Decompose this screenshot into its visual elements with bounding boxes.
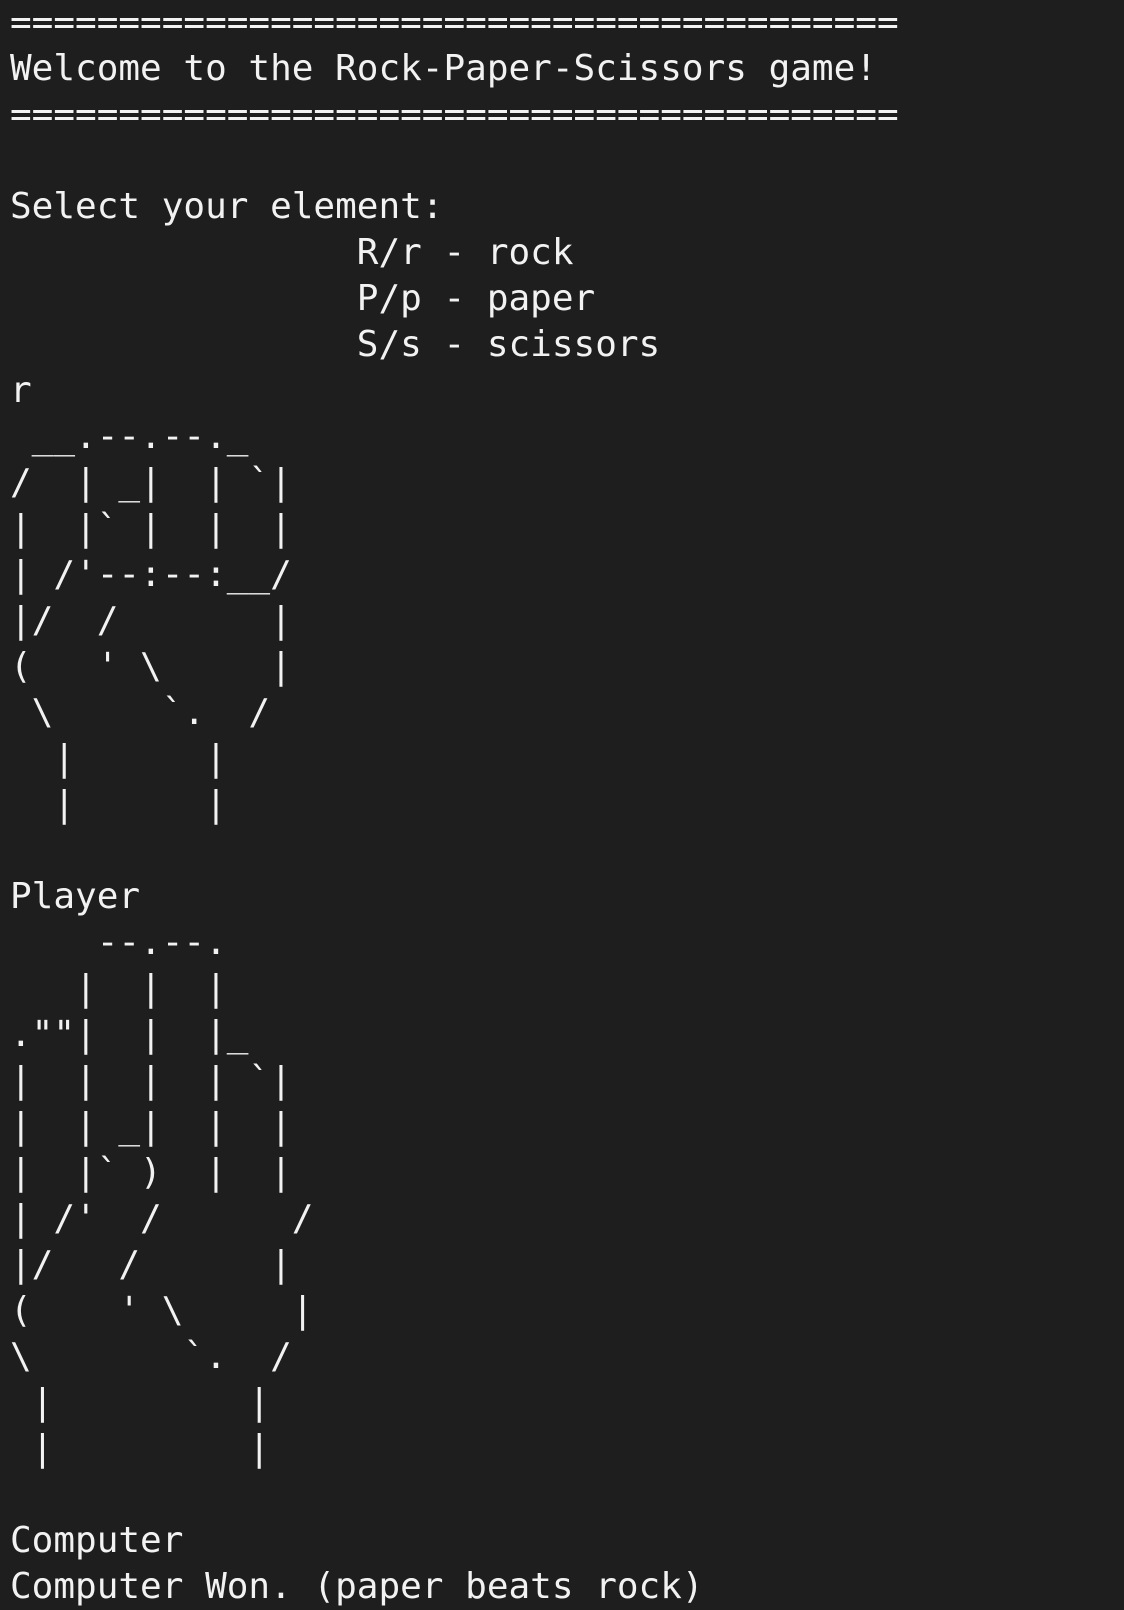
blank-line — [10, 828, 1124, 874]
player-label: Player — [10, 876, 141, 917]
ascii-rock-line: | /'--:--:__/ — [10, 554, 292, 595]
computer-label: Computer — [10, 1520, 184, 1561]
ascii-rock-line: \ `. / — [10, 692, 271, 733]
blank-line — [10, 1472, 1124, 1518]
ascii-rock-line: __.--.--._ — [10, 416, 249, 457]
ascii-paper-line: | /' / / — [10, 1198, 314, 1239]
ascii-rock-line: | |` | | | — [10, 508, 292, 549]
ascii-paper-line: | | | — [10, 968, 227, 1009]
ascii-paper-line: | | — [10, 1382, 271, 1423]
result-message: Computer Won. (paper beats rock) — [10, 1566, 704, 1607]
ascii-rock-line: | | — [10, 784, 227, 825]
blank-line — [10, 138, 1124, 184]
select-prompt: Select your element: — [10, 186, 444, 227]
ascii-paper-line: |/ / | — [10, 1244, 292, 1285]
header-border-top: ========================================… — [10, 2, 899, 43]
user-input[interactable]: r — [10, 368, 1124, 414]
ascii-paper-line: ( ' \ | — [10, 1290, 314, 1331]
ascii-paper-line: | | | | `| — [10, 1060, 292, 1101]
ascii-paper-line: --.--. — [10, 922, 227, 963]
welcome-message: Welcome to the Rock-Paper-Scissors game! — [10, 48, 877, 89]
ascii-rock-line: ( ' \ | — [10, 646, 292, 687]
option-paper: P/p - paper — [10, 278, 596, 319]
ascii-rock-line: |/ / | — [10, 600, 292, 641]
header-border-bottom: ========================================… — [10, 94, 899, 135]
ascii-paper-line: | | — [10, 1428, 271, 1469]
terminal-window: ========================================… — [0, 0, 1124, 1610]
ascii-paper-line: | |` ) | | — [10, 1152, 292, 1193]
ascii-rock-line: | | — [10, 738, 227, 779]
option-scissors: S/s - scissors — [10, 324, 661, 365]
option-rock: R/r - rock — [10, 232, 574, 273]
ascii-paper-line: \ `. / — [10, 1336, 292, 1377]
ascii-paper-line: | | _| | | — [10, 1106, 292, 1147]
ascii-paper-line: .""| | |_ — [10, 1014, 249, 1055]
ascii-rock-line: / | _| | `| — [10, 462, 292, 503]
